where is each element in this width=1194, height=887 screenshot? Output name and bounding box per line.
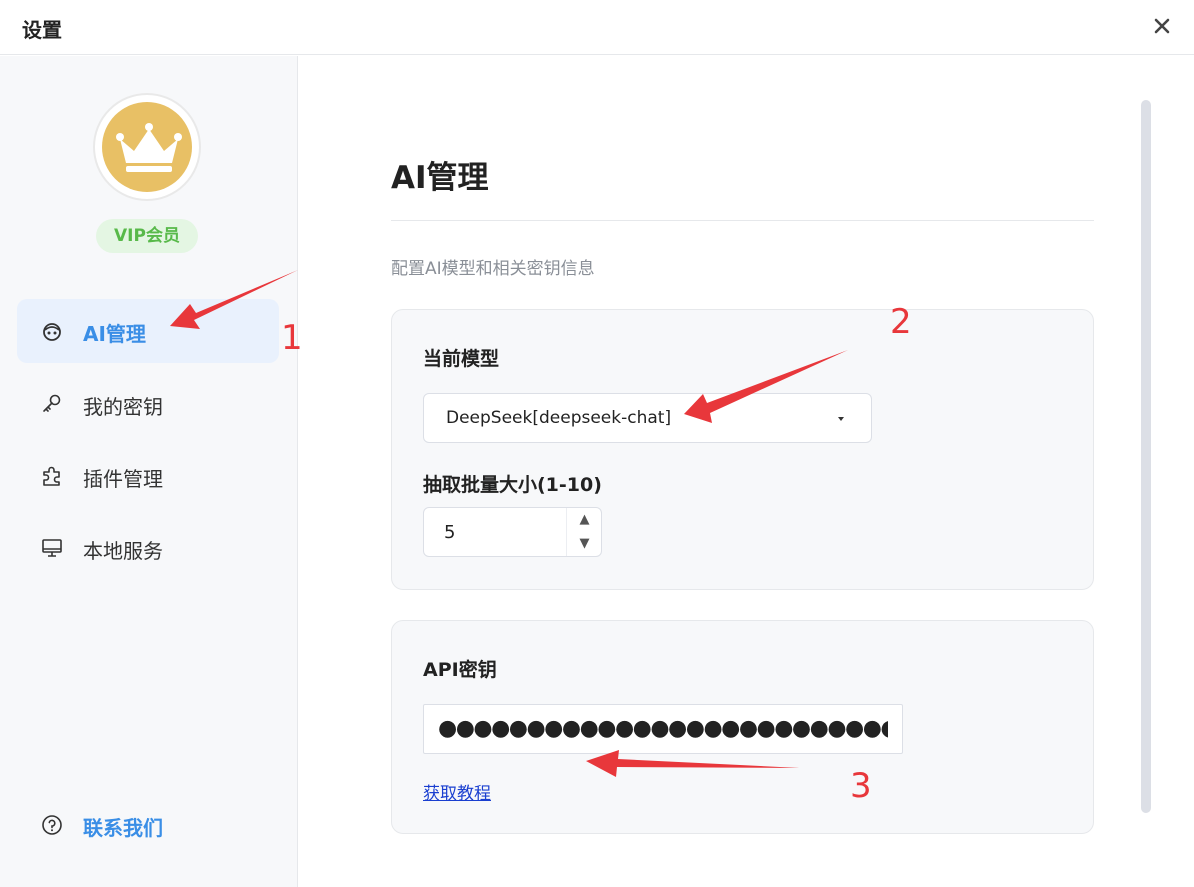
sidebar: VIP会员 AI管理 我的密钥 插件管理 本地服务 联系我们 <box>0 56 298 887</box>
title-bar: 设置 <box>0 0 1194 55</box>
annotation-number: 2 <box>890 302 912 342</box>
page-subtitle: 配置AI模型和相关密钥信息 <box>391 259 595 279</box>
annotation-number: 1 <box>281 318 303 358</box>
sidebar-item-plugins[interactable]: 插件管理 <box>17 444 279 508</box>
crown-icon <box>116 123 182 172</box>
sidebar-item-ai[interactable]: AI管理 <box>17 299 279 363</box>
sidebar-item-label: 插件管理 <box>83 467 163 491</box>
model-select[interactable]: DeepSeek[deepseek-chat] <box>423 393 872 443</box>
model-select-value: DeepSeek[deepseek-chat] <box>446 408 672 428</box>
contact-us-link[interactable]: 联系我们 <box>17 793 279 857</box>
robot-icon <box>43 323 61 341</box>
batch-size-stepper[interactable]: 5 ▲ ▼ <box>423 507 602 557</box>
increment-button[interactable]: ▲ <box>566 508 602 532</box>
window-title: 设置 <box>22 18 62 42</box>
sidebar-item-keys[interactable]: 我的密钥 <box>17 372 279 436</box>
monitor-icon <box>42 539 62 557</box>
batch-size-value: 5 <box>444 522 456 543</box>
close-button[interactable] <box>1150 14 1174 38</box>
model-settings-card: 当前模型 DeepSeek[deepseek-chat] 抽取批量大小(1-10… <box>391 309 1094 590</box>
close-icon <box>1154 18 1170 34</box>
annotation-number: 3 <box>850 766 872 806</box>
sidebar-item-local-service[interactable]: 本地服务 <box>17 516 279 580</box>
sidebar-item-label: 我的密钥 <box>83 395 163 419</box>
caret-down-icon <box>838 417 844 421</box>
avatar[interactable] <box>93 93 201 201</box>
api-key-masked-value: ●●●●●●●●●●●●●●●●●●●●●●●●●●●●●●●●●●● <box>438 716 888 741</box>
title-divider <box>391 220 1094 221</box>
vip-badge: VIP会员 <box>96 219 198 253</box>
model-label: 当前模型 <box>423 348 500 370</box>
scrollbar[interactable] <box>1141 100 1151 813</box>
tutorial-link[interactable]: 获取教程 <box>423 779 491 804</box>
main-content: AI管理 配置AI模型和相关密钥信息 当前模型 DeepSeek[deepsee… <box>299 56 1194 887</box>
sidebar-item-label: AI管理 <box>83 322 146 346</box>
api-key-input[interactable]: ●●●●●●●●●●●●●●●●●●●●●●●●●●●●●●●●●●● <box>423 704 903 754</box>
api-key-card: API密钥 ●●●●●●●●●●●●●●●●●●●●●●●●●●●●●●●●●●… <box>391 620 1094 834</box>
decrement-button[interactable]: ▼ <box>566 532 602 556</box>
page-title: AI管理 <box>391 160 489 196</box>
batch-size-label: 抽取批量大小(1-10) <box>423 474 602 496</box>
puzzle-icon <box>43 466 60 486</box>
key-icon <box>43 394 61 412</box>
api-key-label: API密钥 <box>423 659 497 681</box>
sidebar-item-label: 本地服务 <box>83 539 163 563</box>
contact-us-label: 联系我们 <box>83 816 163 840</box>
help-circle-icon <box>42 815 62 835</box>
